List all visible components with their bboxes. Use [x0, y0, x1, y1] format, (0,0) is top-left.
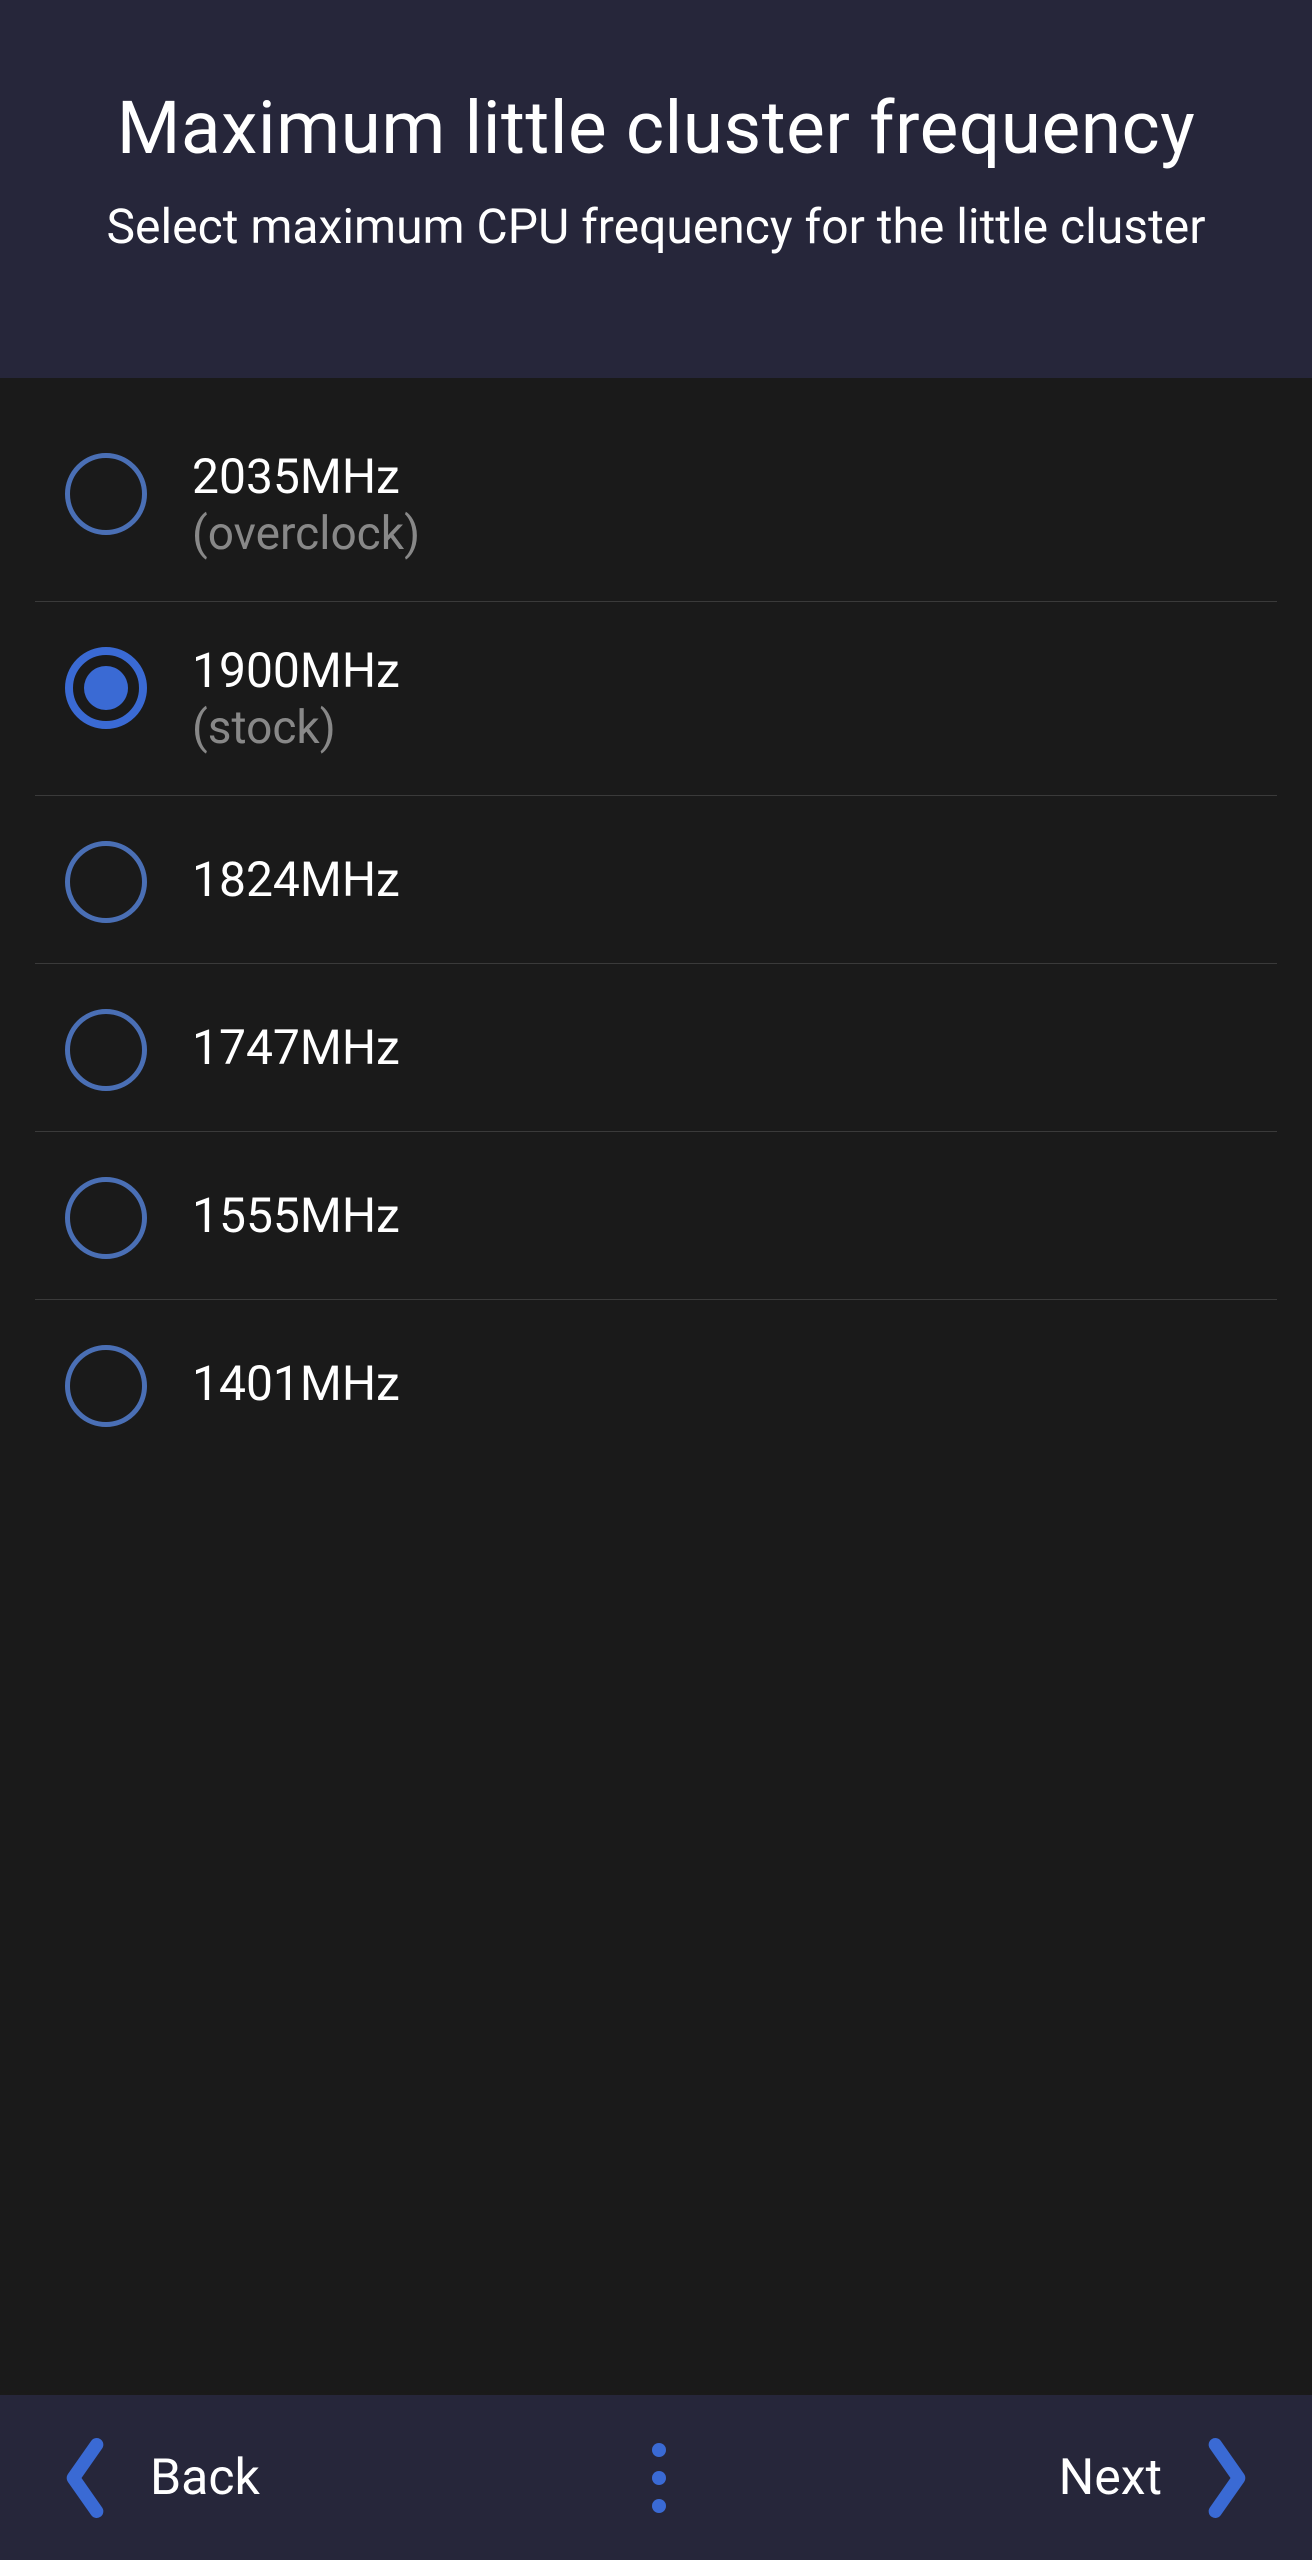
chevron-right-icon — [1202, 2433, 1252, 2523]
radio-button[interactable] — [65, 841, 147, 923]
option-sublabel: (overclock) — [192, 507, 420, 561]
option-label: 1747MHz — [192, 1019, 400, 1076]
option-label: 1555MHz — [192, 1187, 400, 1244]
back-label: Back — [150, 2449, 260, 2507]
option-sublabel: (stock) — [192, 701, 400, 755]
frequency-option[interactable]: 1824MHz — [35, 796, 1277, 964]
next-label: Next — [1059, 2449, 1162, 2507]
radio-button[interactable] — [65, 1177, 147, 1259]
chevron-left-icon — [60, 2433, 110, 2523]
option-label: 2035MHz — [192, 448, 420, 505]
option-label: 1401MHz — [192, 1355, 400, 1412]
frequency-option[interactable]: 1401MHz — [35, 1300, 1277, 1467]
back-button[interactable]: Back — [60, 2433, 260, 2523]
frequency-option[interactable]: 1900MHz(stock) — [35, 602, 1277, 796]
options-list: 2035MHz(overclock)1900MHz(stock)1824MHz1… — [0, 378, 1312, 2395]
menu-button[interactable] — [632, 2423, 686, 2533]
radio-button[interactable] — [65, 1345, 147, 1427]
frequency-option[interactable]: 1555MHz — [35, 1132, 1277, 1300]
radio-button[interactable] — [65, 453, 147, 535]
frequency-option[interactable]: 1747MHz — [35, 964, 1277, 1132]
frequency-option[interactable]: 2035MHz(overclock) — [35, 408, 1277, 602]
dots-vertical-icon — [652, 2443, 666, 2457]
option-label: 1824MHz — [192, 851, 400, 908]
radio-button[interactable] — [65, 1009, 147, 1091]
page-title: Maximum little cluster frequency — [40, 85, 1272, 171]
header: Maximum little cluster frequency Select … — [0, 0, 1312, 378]
next-button[interactable]: Next — [1059, 2433, 1252, 2523]
footer-bar: Back Next — [0, 2395, 1312, 2560]
page-subtitle: Select maximum CPU frequency for the lit… — [40, 196, 1272, 258]
option-label: 1900MHz — [192, 642, 400, 699]
radio-button[interactable] — [65, 647, 147, 729]
